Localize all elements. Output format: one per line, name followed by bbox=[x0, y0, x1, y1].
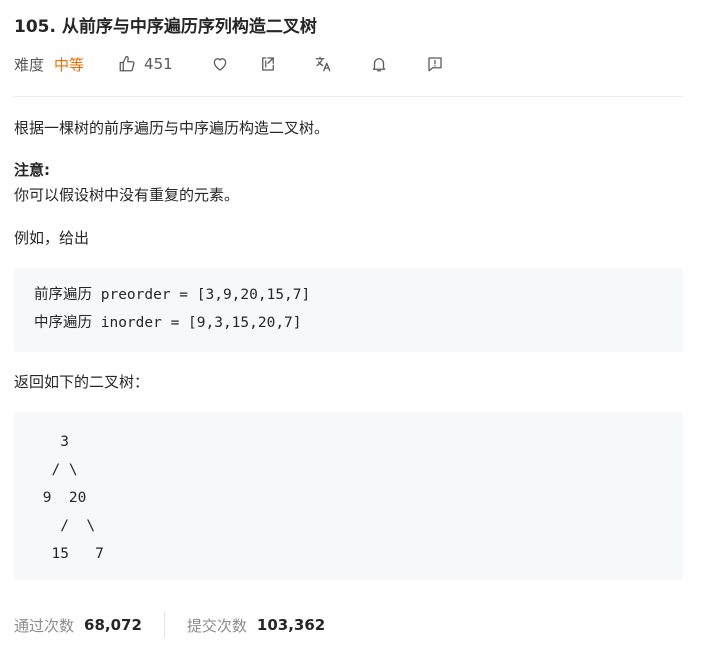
translate-button[interactable] bbox=[314, 55, 332, 73]
accepted-value: 68,072 bbox=[84, 616, 142, 634]
header-divider bbox=[14, 96, 683, 97]
translate-icon bbox=[315, 56, 331, 72]
heart-icon bbox=[213, 58, 226, 71]
share-icon bbox=[261, 57, 274, 71]
example-intro: 例如，给出 bbox=[14, 229, 90, 247]
submission-stats: 通过次数 68,072 提交次数 103,362 bbox=[14, 612, 325, 638]
binary-tree-diagram: 3 / \ 9 20 / \ 15 7 bbox=[42, 434, 104, 562]
difficulty-badge: 中等 bbox=[54, 55, 85, 74]
accepted-label: 通过次数 bbox=[14, 616, 75, 635]
note-heading: 注意: bbox=[14, 161, 50, 179]
submitted-value: 103,362 bbox=[256, 616, 326, 634]
share-button[interactable] bbox=[259, 55, 277, 73]
example-output-block: 3 / \ 9 20 / \ 15 7 bbox=[14, 412, 683, 580]
thumbs-up-icon bbox=[119, 55, 135, 72]
example-input-block: 前序遍历 preorder = [3,9,20,15,7] 中序遍历 inord… bbox=[14, 268, 683, 352]
like-button[interactable]: 451 bbox=[118, 55, 173, 73]
problem-title: 105. 从前序与中序遍历序列构造二叉树 bbox=[14, 17, 317, 37]
note-text: 你可以假设树中没有重复的元素。 bbox=[14, 186, 240, 204]
favorite-button[interactable] bbox=[211, 55, 229, 73]
problem-meta-bar: 难度 中等 451 bbox=[14, 52, 444, 76]
problem-description: 根据一棵树的前序遍历与中序遍历构造二叉树。 bbox=[14, 119, 330, 137]
tree-intro: 返回如下的二叉树： bbox=[14, 373, 150, 391]
inorder-line: 中序遍历 inorder = [9,3,15,20,7] bbox=[34, 315, 302, 331]
feedback-icon bbox=[428, 57, 442, 72]
notify-button[interactable] bbox=[370, 55, 388, 73]
stats-divider bbox=[163, 612, 165, 638]
bell-icon bbox=[372, 58, 385, 72]
like-count: 451 bbox=[144, 55, 173, 73]
feedback-button[interactable] bbox=[426, 55, 444, 73]
problem-page: 105. 从前序与中序遍历序列构造二叉树 难度 中等 451 根据一棵树的前序遍… bbox=[0, 0, 714, 653]
difficulty-label: 难度 bbox=[14, 55, 45, 74]
preorder-line: 前序遍历 preorder = [3,9,20,15,7] bbox=[34, 287, 311, 303]
submitted-label: 提交次数 bbox=[186, 616, 247, 635]
